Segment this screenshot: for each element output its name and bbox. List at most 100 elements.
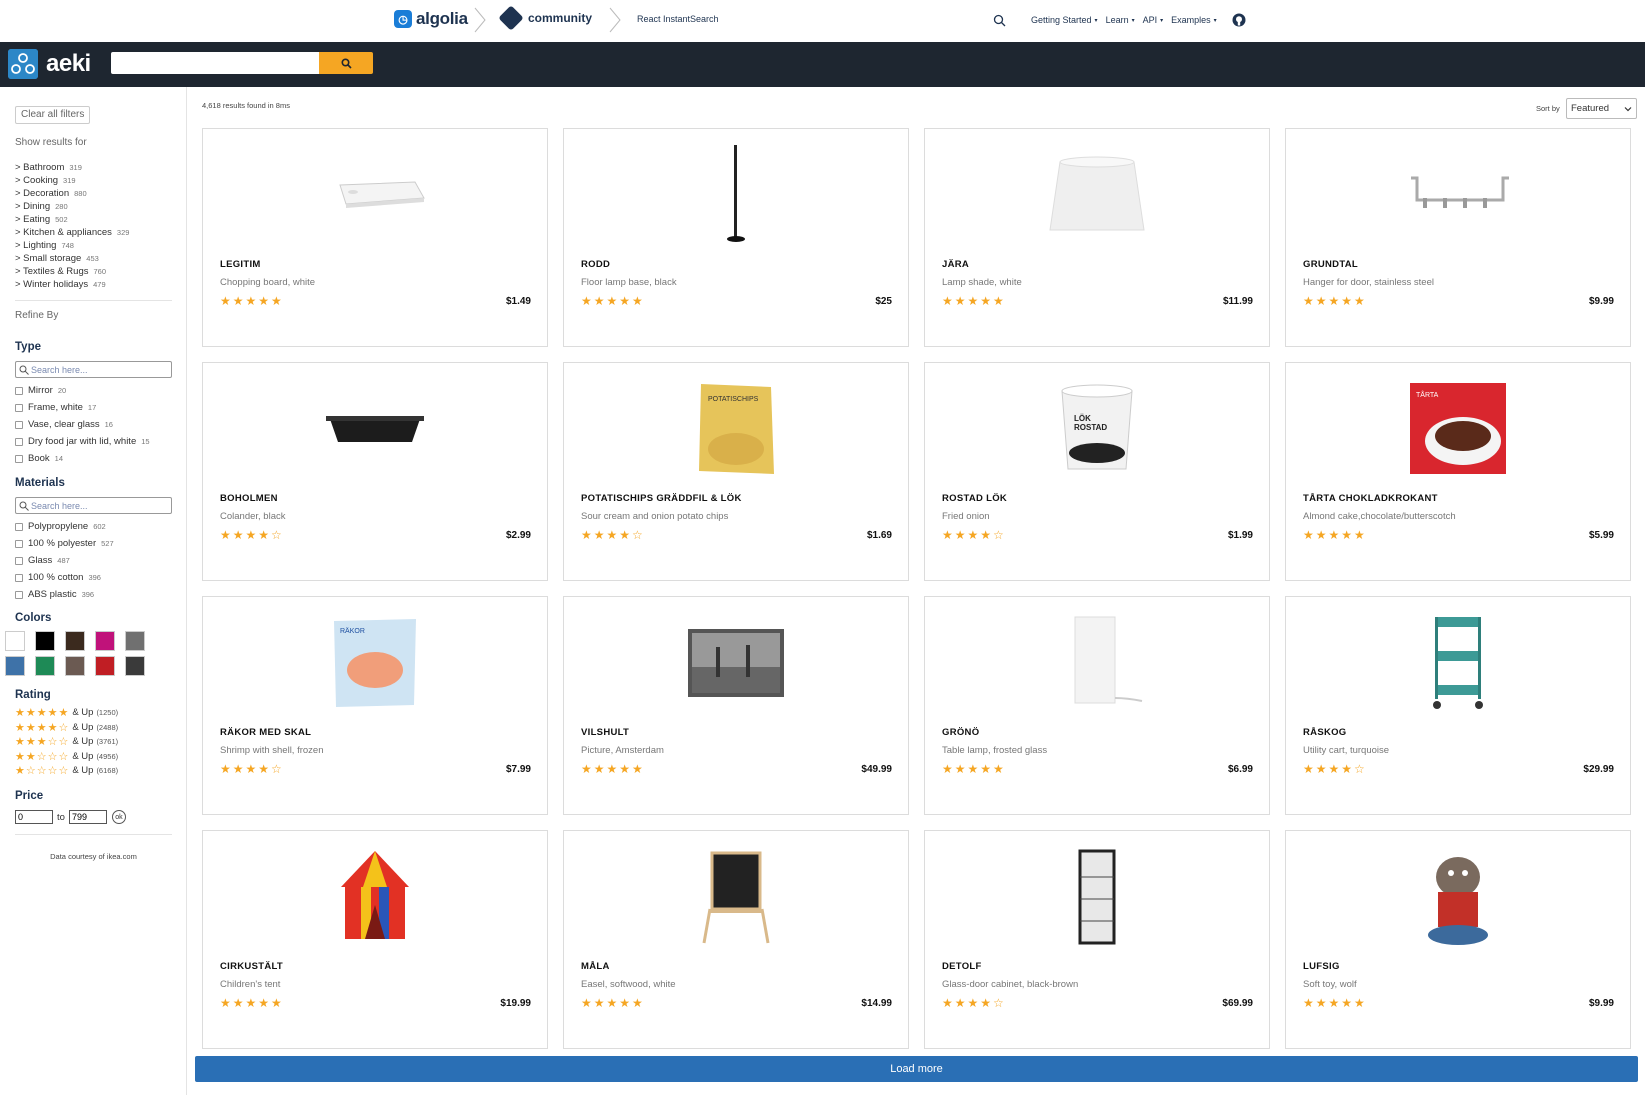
- product-card[interactable]: DETOLF Glass-door cabinet, black-brown ★★★…: [924, 830, 1270, 1049]
- product-name[interactable]: BOHOLMEN: [220, 493, 278, 504]
- product-name[interactable]: DETOLF: [942, 961, 982, 972]
- color-swatch[interactable]: [35, 631, 55, 651]
- product-name[interactable]: CIRKUSTÄLT: [220, 961, 283, 972]
- sort-by-select[interactable]: Featured: [1566, 98, 1637, 119]
- rating-filter-row[interactable]: ★★★★☆ & Up (2488): [15, 721, 118, 734]
- shrimp-bag-image[interactable]: RÄKOR: [203, 605, 547, 720]
- product-card[interactable]: RÄKOR RÄKOR MED SKAL Shrimp with shell, fr…: [202, 596, 548, 815]
- color-swatch[interactable]: [5, 656, 25, 676]
- color-swatch[interactable]: [95, 656, 115, 676]
- type-option[interactable]: Frame, white 17: [15, 402, 96, 413]
- rating-filter-row[interactable]: ★★★☆☆ & Up (3761): [15, 735, 118, 748]
- material-option[interactable]: Polypropylene 602: [15, 521, 106, 532]
- rating-filter-row[interactable]: ★★☆☆☆ & Up (4956): [15, 750, 118, 763]
- price-ok-button[interactable]: ok: [111, 810, 126, 824]
- product-name[interactable]: MÅLA: [581, 961, 610, 972]
- product-card[interactable]: JÄRA Lamp shade, white ★★★★★ $11.99: [924, 128, 1270, 347]
- type-option[interactable]: Dry food jar with lid, white 15: [15, 436, 150, 447]
- product-name[interactable]: POTATISCHIPS GRÄDDFIL & LÖK: [581, 493, 742, 504]
- product-card[interactable]: RÅSKOG Utility cart, turquoise ★★★★☆ $29.99: [1285, 596, 1631, 815]
- nav-getting-started[interactable]: Getting Started ▾: [1031, 15, 1098, 25]
- table-lamp-image[interactable]: [925, 605, 1269, 720]
- category-item[interactable]: > Cooking 319: [15, 174, 129, 187]
- checkbox[interactable]: [15, 454, 23, 463]
- checkbox[interactable]: [15, 556, 23, 565]
- category-item[interactable]: > Winter holidays 479: [15, 278, 129, 291]
- color-swatch[interactable]: [95, 631, 115, 651]
- product-name[interactable]: GRUNDTAL: [1303, 259, 1358, 270]
- circus-tent-image[interactable]: [203, 839, 547, 954]
- color-swatch[interactable]: [125, 631, 145, 651]
- product-card[interactable]: POTATISCHIPS POTATISCHIPS GRÄDDFIL & LÖK S…: [563, 362, 909, 581]
- glass-cabinet-image[interactable]: [925, 839, 1269, 954]
- category-item[interactable]: > Kitchen & appliances 329: [15, 226, 129, 239]
- checkbox[interactable]: [15, 522, 23, 531]
- material-option[interactable]: ABS plastic 396: [15, 589, 94, 600]
- product-name[interactable]: LUFSIG: [1303, 961, 1340, 972]
- rating-filter-row[interactable]: ★☆☆☆☆ & Up (6168): [15, 764, 118, 777]
- community-link[interactable]: community: [498, 5, 592, 31]
- door-hanger-image[interactable]: [1286, 137, 1630, 252]
- color-swatch[interactable]: [65, 656, 85, 676]
- picture-frame-image[interactable]: [564, 605, 908, 720]
- product-card[interactable]: CIRKUSTÄLT Children's tent ★★★★★ $19.99: [202, 830, 548, 1049]
- price-max-input[interactable]: [68, 810, 107, 824]
- product-card[interactable]: GRÖNÖ Table lamp, frosted glass ★★★★★ $6.99: [924, 596, 1270, 815]
- search-icon[interactable]: [993, 14, 1006, 27]
- category-item[interactable]: > Textiles & Rugs 760: [15, 265, 129, 278]
- material-option[interactable]: 100 % cotton 396: [15, 572, 101, 583]
- product-name[interactable]: GRÖNÖ: [942, 727, 979, 738]
- product-name[interactable]: LEGITIM: [220, 259, 261, 270]
- algolia-logo[interactable]: ◷ algolia: [394, 9, 468, 29]
- type-search-input[interactable]: [31, 363, 169, 376]
- product-card[interactable]: LÖK ROSTAD ROSTAD LÖK Fried onion ★★★★☆ $1.99: [924, 362, 1270, 581]
- checkbox[interactable]: [15, 437, 23, 446]
- product-name[interactable]: ROSTAD LÖK: [942, 493, 1007, 504]
- fried-onion-tub-image[interactable]: LÖK ROSTAD: [925, 371, 1269, 486]
- category-item[interactable]: > Dining 280: [15, 200, 129, 213]
- checkbox[interactable]: [15, 590, 23, 599]
- aeki-logo-icon[interactable]: [8, 49, 38, 79]
- product-card[interactable]: LEGITIM Chopping board, white ★★★★★ $1.49: [202, 128, 548, 347]
- floor-lamp-image[interactable]: [564, 137, 908, 252]
- price-min-input[interactable]: [15, 810, 53, 824]
- nav-examples[interactable]: Examples ▾: [1171, 15, 1217, 25]
- color-swatch[interactable]: [5, 631, 25, 651]
- cake-box-image[interactable]: TÅRTA: [1286, 371, 1630, 486]
- product-name[interactable]: VILSHULT: [581, 727, 629, 738]
- materials-search-input[interactable]: [31, 499, 169, 512]
- product-card[interactable]: VILSHULT Picture, Amsterdam ★★★★★ $49.99: [563, 596, 909, 815]
- easel-image[interactable]: [564, 839, 908, 954]
- product-name[interactable]: RÄKOR MED SKAL: [220, 727, 311, 738]
- checkbox[interactable]: [15, 573, 23, 582]
- product-card[interactable]: TÅRTA TÅRTA CHOKLADKROKANT Almond cake,cho…: [1285, 362, 1631, 581]
- category-item[interactable]: > Small storage 453: [15, 252, 129, 265]
- lamp-shade-image[interactable]: [925, 137, 1269, 252]
- wolf-toy-image[interactable]: [1286, 839, 1630, 954]
- material-option[interactable]: Glass 487: [15, 555, 70, 566]
- product-name[interactable]: RÅSKOG: [1303, 727, 1347, 738]
- product-card[interactable]: BOHOLMEN Colander, black ★★★★☆ $2.99: [202, 362, 548, 581]
- category-item[interactable]: > Lighting 748: [15, 239, 129, 252]
- type-option[interactable]: Mirror 20: [15, 385, 66, 396]
- utility-cart-image[interactable]: [1286, 605, 1630, 720]
- product-name[interactable]: JÄRA: [942, 259, 969, 270]
- material-option[interactable]: 100 % polyester 527: [15, 538, 114, 549]
- product-name[interactable]: TÅRTA CHOKLADKROKANT: [1303, 493, 1438, 504]
- type-option[interactable]: Vase, clear glass 16: [15, 419, 113, 430]
- checkbox[interactable]: [15, 420, 23, 429]
- color-swatch[interactable]: [65, 631, 85, 651]
- load-more-button[interactable]: Load more: [195, 1056, 1638, 1082]
- category-item[interactable]: > Bathroom 319: [15, 161, 129, 174]
- type-option[interactable]: Book 14: [15, 453, 63, 464]
- chips-bag-image[interactable]: POTATISCHIPS: [564, 371, 908, 486]
- product-name[interactable]: RODD: [581, 259, 610, 270]
- color-swatch[interactable]: [125, 656, 145, 676]
- nav-api[interactable]: API ▾: [1143, 15, 1164, 25]
- category-item[interactable]: > Decoration 880: [15, 187, 129, 200]
- product-link[interactable]: React InstantSearch: [637, 14, 719, 24]
- github-icon[interactable]: [1232, 13, 1246, 27]
- product-card[interactable]: GRUNDTAL Hanger for door, stainless steel…: [1285, 128, 1631, 347]
- checkbox[interactable]: [15, 403, 23, 412]
- main-search-input[interactable]: [111, 52, 319, 74]
